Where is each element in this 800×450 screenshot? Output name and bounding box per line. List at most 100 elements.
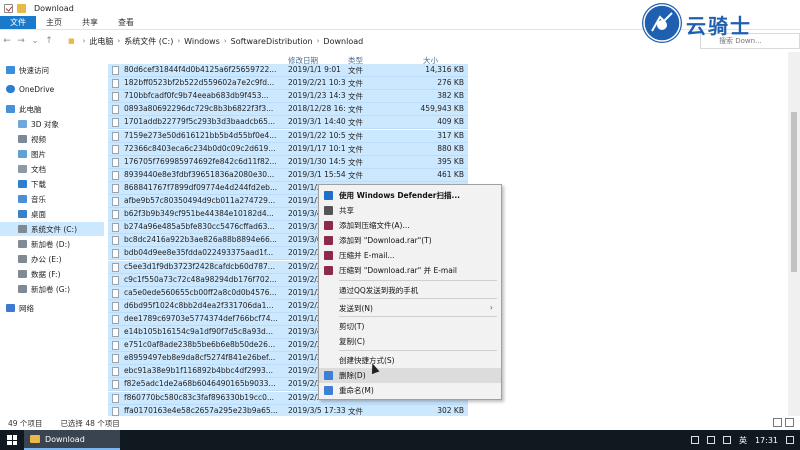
sidebar-item-g-drive[interactable]: 新加卷 (G:) — [0, 282, 104, 296]
desktop-icon — [18, 210, 27, 218]
context-menu-item[interactable]: 复制(C) — [319, 334, 501, 349]
file-icon — [112, 314, 119, 324]
large-icons-view-icon[interactable] — [785, 418, 794, 427]
file-row[interactable]: 0893a80692296dc729c8b3b6822f3f3... 2018/1… — [104, 103, 788, 117]
recent-chevron-icon[interactable]: ⌄ — [28, 36, 42, 46]
file-icon — [112, 157, 119, 167]
file-row[interactable]: 8939440e8e3fdbf39651836a2080e30... 2019/3… — [104, 168, 788, 182]
forward-arrow-icon[interactable]: → — [14, 36, 28, 46]
back-arrow-icon[interactable]: ← — [0, 36, 14, 46]
context-menu-item[interactable]: 压缩到 "Download.rar" 并 E-mail — [319, 263, 501, 278]
file-name: e751c0af8ade238b5be6b6e8b50de26... — [124, 340, 276, 350]
file-row[interactable]: 176705f769985974692fe842c6d11f82... 2019/… — [104, 155, 788, 169]
sidebar-item-this-pc[interactable]: 此电脑 — [0, 102, 104, 116]
crumb-softwaredistribution[interactable]: SoftwareDistribution — [231, 37, 313, 46]
sidebar-item-downloads[interactable]: 下载 — [0, 177, 104, 191]
sidebar-item-network[interactable]: 网络 — [0, 301, 104, 315]
context-menu-item[interactable]: 创建快捷方式(S) — [319, 353, 501, 368]
file-icon — [112, 288, 119, 298]
file-row[interactable]: 72366c8403eca6c234b0d0c09c2d619... 2019/1… — [104, 142, 788, 156]
notification-icon[interactable] — [786, 436, 794, 444]
file-date: 2019/1/22 10:57 — [288, 130, 346, 140]
context-menu-item[interactable]: 使用 Windows Defender扫描... — [319, 188, 501, 203]
file-type: 文件 — [348, 144, 363, 154]
sidebar-item-c-drive[interactable]: 系统文件 (C:) — [0, 222, 104, 236]
volume-icon[interactable] — [722, 436, 731, 444]
uac-shield-icon — [324, 386, 333, 395]
status-bar: 49 个项目 已选择 48 个项目 — [0, 416, 800, 430]
file-type: 文件 — [348, 105, 363, 115]
tab-view[interactable]: 查看 — [108, 16, 144, 29]
file-type: 文件 — [348, 66, 363, 75]
system-tray: 英 17:31 — [690, 430, 800, 450]
tab-share[interactable]: 共享 — [72, 16, 108, 29]
breadcrumb[interactable]: ■ › 此电脑 › 系统文件 (C:) › Windows › Software… — [64, 33, 584, 49]
windows-start-icon[interactable] — [0, 430, 24, 450]
sidebar-item-desktop[interactable]: 桌面 — [0, 207, 104, 221]
context-menu-item[interactable]: 通过QQ发送到我的手机 — [319, 283, 501, 298]
context-menu-item[interactable]: 添加到压缩文件(A)... — [319, 218, 501, 233]
sidebar-item-quick-access[interactable]: 快速访问 — [0, 63, 104, 77]
tray-chevron-icon[interactable] — [690, 436, 699, 444]
cloud-icon — [6, 85, 15, 93]
network-status-icon[interactable] — [706, 436, 715, 444]
scrollbar-thumb[interactable] — [791, 112, 797, 272]
tab-file[interactable]: 文件 — [0, 16, 36, 29]
sidebar-item-onedrive[interactable]: OneDrive — [0, 82, 104, 96]
file-icon — [112, 79, 119, 89]
file-row[interactable]: 7159e273e50d616121bb5b4d55bf0e4... 2019/1… — [104, 129, 788, 143]
sidebar-item-music[interactable]: 音乐 — [0, 192, 104, 206]
file-row[interactable]: 80d6cef31844f4d0b4125a6f25659722... 2019/… — [104, 64, 788, 77]
context-menu-item[interactable]: 添加到 "Download.rar"(T) — [319, 233, 501, 248]
file-icon — [112, 92, 119, 102]
sidebar-item-pictures[interactable]: 图片 — [0, 147, 104, 161]
file-type: 文件 — [348, 92, 363, 102]
context-menu-item[interactable]: 重命名(M) — [319, 383, 501, 398]
file-size: 459,943 KB — [420, 104, 464, 114]
new-folder-icon[interactable] — [17, 3, 26, 13]
file-name: ebc91a38e9b1f116892b4bbc4df2993... — [124, 366, 273, 376]
document-icon — [18, 165, 27, 173]
clock[interactable]: 17:31 — [755, 436, 778, 445]
tab-home[interactable]: 主页 — [36, 16, 72, 29]
menu-item-label: 添加到压缩文件(A)... — [339, 221, 410, 230]
crumb-c-drive[interactable]: 系统文件 (C:) — [124, 36, 173, 47]
details-view-icon[interactable] — [773, 418, 782, 427]
menu-item-label: 创建快捷方式(S) — [339, 356, 395, 365]
crumb-download[interactable]: Download — [323, 37, 363, 46]
context-menu-item[interactable]: 剪切(T) — [319, 319, 501, 334]
context-menu-item[interactable]: 删除(D) — [319, 368, 501, 383]
crumb-this-pc[interactable]: 此电脑 — [89, 36, 113, 47]
sidebar-item-videos[interactable]: 视频 — [0, 132, 104, 146]
file-row[interactable]: ffa0170163e4e58c2657a295e23b9a65... 2019/… — [104, 404, 788, 416]
sidebar-item-e-drive[interactable]: 办公 (E:) — [0, 252, 104, 266]
computer-icon — [6, 105, 15, 113]
file-icon — [112, 380, 119, 390]
file-size: 317 KB — [437, 130, 464, 140]
taskbar-item-download[interactable]: Download — [24, 430, 120, 450]
defender-shield-icon — [324, 191, 333, 200]
sidebar-item-documents[interactable]: 文档 — [0, 162, 104, 176]
file-type: 文件 — [348, 170, 363, 180]
input-language[interactable]: 英 — [739, 435, 747, 446]
star-icon — [6, 66, 15, 74]
file-row[interactable]: 182bff0523bf2b522d559602a7e2c9fd... 2019/… — [104, 77, 788, 91]
context-menu-item[interactable]: 发送到(N) › — [319, 301, 501, 316]
sidebar-item-3d-objects[interactable]: 3D 对象 — [0, 117, 104, 131]
selected-count: 已选择 48 个项目 — [60, 418, 120, 428]
sidebar-item-d-drive[interactable]: 新加卷 (D:) — [0, 237, 104, 251]
file-row[interactable]: 1701addb22779f5c293b3d3baadcb65... 2019/3… — [104, 116, 788, 130]
share-icon — [324, 206, 333, 215]
context-menu-item[interactable]: 共享 — [319, 203, 501, 218]
file-name: 710bbfcadf0fc9b74eeab683db9f453... — [124, 91, 269, 101]
sidebar-item-f-drive[interactable]: 数据 (F:) — [0, 267, 104, 281]
up-arrow-icon[interactable]: ↑ — [42, 36, 56, 46]
file-icon — [112, 393, 119, 403]
crumb-windows[interactable]: Windows — [184, 37, 220, 46]
properties-check-icon[interactable] — [4, 3, 13, 13]
file-icon — [112, 170, 119, 180]
file-row[interactable]: 710bbfcadf0fc9b74eeab683db9f453... 2019/1… — [104, 90, 788, 104]
menu-item-label: 发送到(N) — [339, 304, 373, 313]
vertical-scrollbar[interactable] — [788, 52, 800, 416]
context-menu-item[interactable]: 压缩并 E-mail... — [319, 248, 501, 263]
